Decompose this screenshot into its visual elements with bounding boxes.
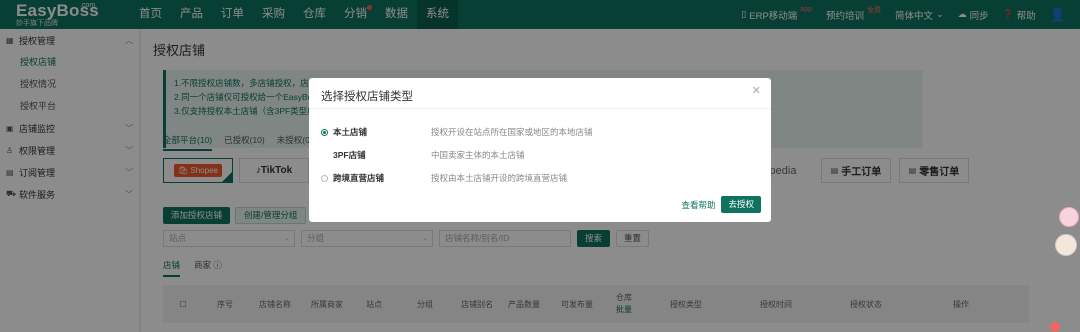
radio[interactable] xyxy=(321,174,328,182)
option-label: 本土店铺 xyxy=(333,127,368,137)
option-label: 跨境直营店铺 xyxy=(333,173,385,183)
modal-title: 选择授权店铺类型 xyxy=(321,91,413,103)
option-local-shop[interactable]: 本土店铺 授权开设在站点所在国家或地区的本地店铺 xyxy=(321,126,593,138)
modal-footer: 查看帮助 去授权 xyxy=(681,196,761,213)
option-label: 3PF店铺 xyxy=(333,150,366,160)
authorize-button[interactable]: 去授权 xyxy=(721,196,761,213)
divider xyxy=(309,108,771,109)
floating-badge[interactable] xyxy=(1050,322,1060,332)
option-desc: 授权开设在站点所在国家或地区的本地店铺 xyxy=(431,127,593,137)
option-3pf-shop[interactable]: 3PF店铺 中国卖家主体的本土店铺 xyxy=(321,149,525,161)
option-desc: 授权由本土店铺开设的跨境直营店铺 xyxy=(431,173,568,183)
option-crossborder-shop[interactable]: 跨境直营店铺 授权由本土店铺开设的跨境直营店铺 xyxy=(321,172,567,184)
view-help-link[interactable]: 查看帮助 xyxy=(681,199,715,211)
select-shop-type-modal: 选择授权店铺类型 ✕ 本土店铺 授权开设在站点所在国家或地区的本地店铺 3PF店… xyxy=(309,78,771,222)
option-desc: 中国卖家主体的本土店铺 xyxy=(431,150,525,160)
close-icon[interactable]: ✕ xyxy=(752,84,761,97)
assistant-avatar[interactable] xyxy=(1055,234,1077,256)
radio-selected[interactable] xyxy=(321,128,328,136)
chat-widget-avatar[interactable] xyxy=(1059,207,1079,227)
radio[interactable] xyxy=(321,151,328,159)
